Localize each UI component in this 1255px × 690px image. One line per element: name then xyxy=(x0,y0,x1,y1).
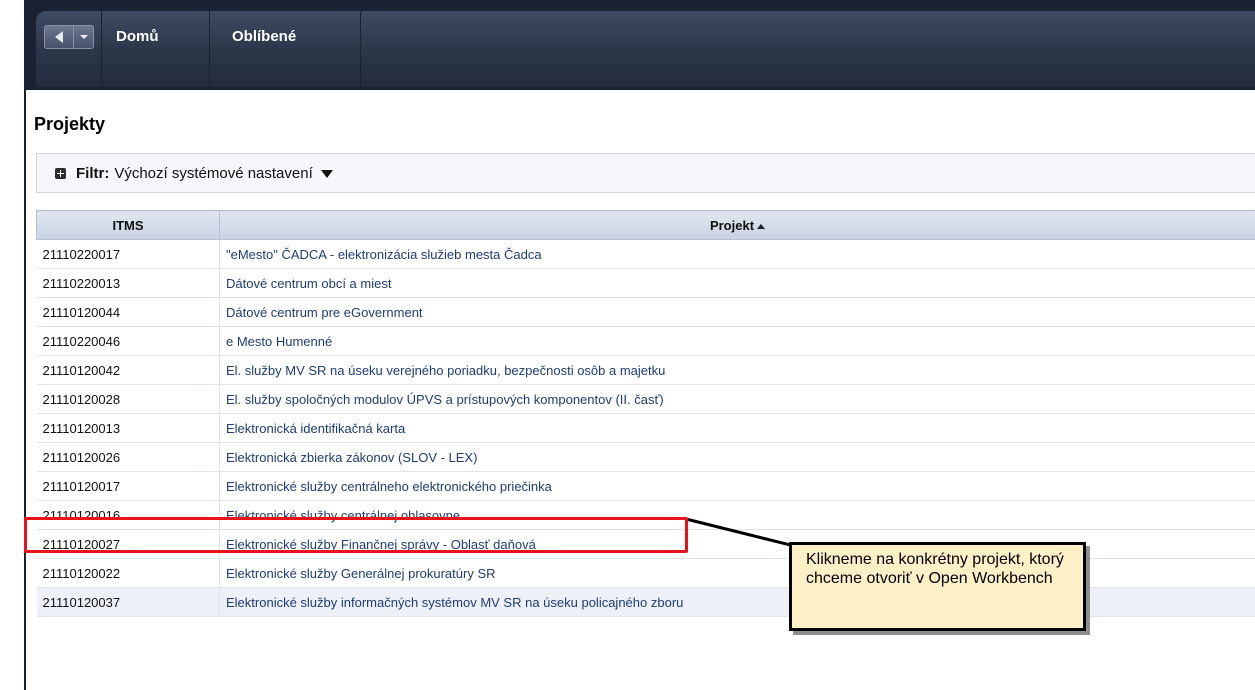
instruction-callout: Klikneme na konkrétny projekt, ktorý chc… xyxy=(789,542,1086,631)
history-nav xyxy=(44,25,94,49)
table-row[interactable]: 21110220017 "eMesto" ČADCA - elektronizác… xyxy=(36,239,1255,269)
itms-cell: 21110120013 xyxy=(36,413,220,443)
expand-plus-icon[interactable] xyxy=(55,167,66,179)
table-row[interactable]: 21110220013 Dátové centrum obcí a miest xyxy=(36,268,1255,298)
itms-cell: 21110120028 xyxy=(36,384,220,414)
table-row[interactable]: 21110120042 El. služby MV SR na úseku ver… xyxy=(36,355,1255,385)
back-button[interactable] xyxy=(45,26,74,48)
column-header-projekt[interactable]: Projekt xyxy=(219,210,1255,240)
nav-separator xyxy=(101,11,102,87)
table-row[interactable]: 21110120026 Elektronická zbierka zákonov … xyxy=(36,442,1255,472)
project-link[interactable]: Elektronické služby Generálnej prokuratú… xyxy=(219,558,1255,588)
table-row[interactable]: 21110120044 Dátové centrum pre eGovernmen… xyxy=(36,297,1255,327)
itms-cell: 21110220013 xyxy=(36,268,220,298)
highlight-selected-row xyxy=(24,517,688,553)
project-link[interactable]: "eMesto" ČADCA - elektronizácia služieb … xyxy=(219,239,1255,269)
page-title: Projekty xyxy=(34,114,106,134)
itms-cell: 21110120044 xyxy=(36,297,220,327)
chevron-down-icon xyxy=(79,35,88,39)
project-link[interactable]: Elektronická identifikačná karta xyxy=(219,413,1255,443)
itms-cell: 21110120026 xyxy=(36,442,220,472)
column-header-label: Projekt xyxy=(709,217,755,233)
table-header-row: ITMS Projekt xyxy=(36,210,1255,240)
column-header-itms[interactable]: ITMS xyxy=(36,210,220,240)
table-row[interactable]: 21110120028 El. služby spoločných modulov… xyxy=(36,384,1255,414)
project-link[interactable]: El. služby MV SR na úseku verejného pori… xyxy=(219,355,1255,385)
nav-item-home[interactable]: Domů xyxy=(116,11,159,63)
top-navigation-bar: Domů Oblíbené xyxy=(36,11,1255,87)
itms-cell: 21110220046 xyxy=(36,326,220,356)
back-arrow-icon xyxy=(55,31,63,43)
dropdown-arrow-icon[interactable] xyxy=(320,170,333,178)
nav-separator xyxy=(360,11,361,87)
table-row[interactable]: 21110120013 Elektronická identifikačná ka… xyxy=(36,413,1255,443)
filter-label: Filtr: xyxy=(76,164,110,182)
filter-bar[interactable]: Filtr: Výchozí systémové nastavení xyxy=(36,153,1255,193)
itms-cell: 21110120022 xyxy=(36,558,220,588)
sort-ascending-icon xyxy=(757,223,766,229)
history-dropdown-button[interactable] xyxy=(74,26,93,48)
table-row[interactable]: 21110220046 e Mesto Humenné xyxy=(36,326,1255,356)
project-link[interactable]: Dátové centrum pre eGovernment xyxy=(219,297,1255,327)
project-link[interactable]: Elektronické služby centrálneho elektron… xyxy=(219,471,1255,501)
project-link[interactable]: Elektronické služby informačných systémo… xyxy=(219,587,1255,617)
table-row[interactable]: 21110120017 Elektronické služby centrálne… xyxy=(36,471,1255,501)
project-link[interactable]: El. služby spoločných modulov ÚPVS a prí… xyxy=(219,384,1255,414)
itms-cell: 21110220017 xyxy=(36,239,220,269)
nav-item-favorites[interactable]: Oblíbené xyxy=(232,11,296,63)
filter-value[interactable]: Výchozí systémové nastavení xyxy=(114,165,312,182)
itms-cell: 21110120037 xyxy=(36,587,220,617)
itms-cell: 21110120042 xyxy=(36,355,220,385)
column-header-label: ITMS xyxy=(112,217,144,233)
nav-separator xyxy=(209,11,210,87)
project-link[interactable]: Dátové centrum obcí a miest xyxy=(219,268,1255,298)
project-link[interactable]: Elektronická zbierka zákonov (SLOV - LEX… xyxy=(219,442,1255,472)
itms-cell: 21110120017 xyxy=(36,471,220,501)
project-link[interactable]: e Mesto Humenné xyxy=(219,326,1255,356)
